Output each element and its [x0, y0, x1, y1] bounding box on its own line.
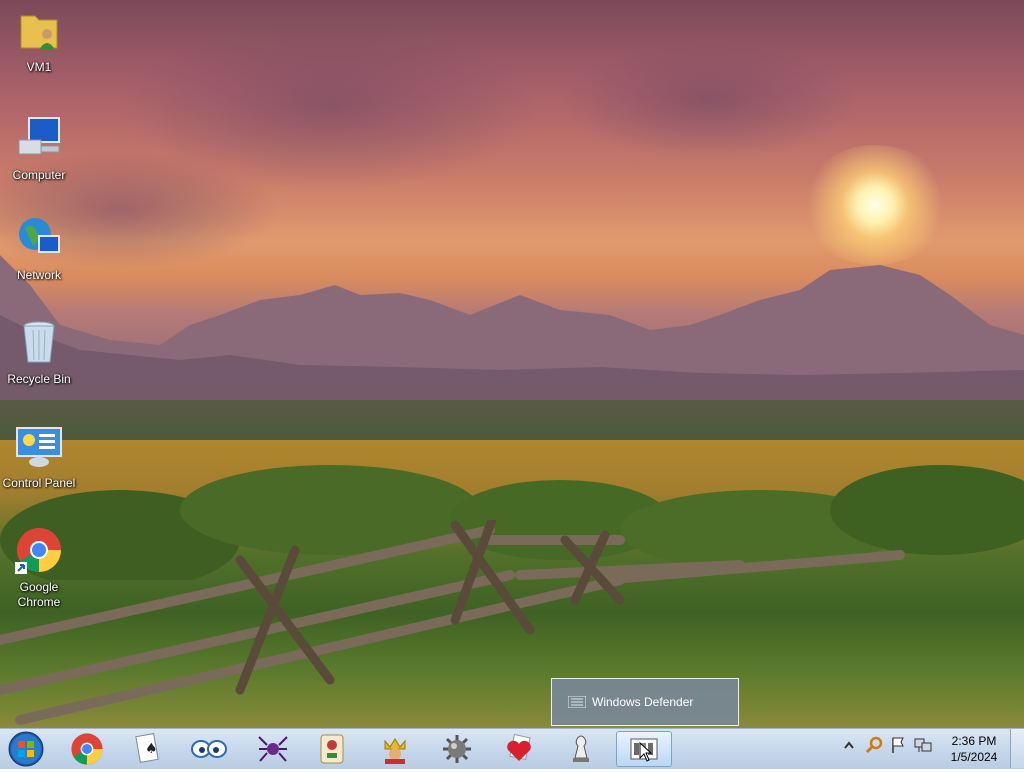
taskbar-purble-place[interactable]	[181, 731, 237, 767]
mouse-cursor-icon	[639, 742, 653, 762]
taskbar-spider-solitaire[interactable]	[245, 731, 301, 767]
taskbar-mahjong[interactable]	[304, 731, 360, 767]
desktop-icon-label: VM1	[26, 60, 52, 74]
desktop-icon-label: Control Panel	[2, 476, 76, 490]
chess-icon	[573, 735, 589, 762]
desktop-icon-google-chrome[interactable]: Google Chrome	[1, 526, 77, 610]
desktop-background[interactable]: VM1 Computer Network Recycle Bin Control…	[0, 0, 1024, 728]
flag-icon	[892, 737, 904, 753]
computer-icon	[18, 117, 60, 155]
show-hidden-icons-button[interactable]	[843, 736, 855, 759]
chrome-icon	[71, 733, 103, 765]
network-status-icon	[914, 738, 932, 752]
taskbar-chess[interactable]	[553, 731, 609, 767]
taskbar-clock[interactable]: 2:36 PM 1/5/2024	[940, 733, 1008, 765]
tray-action-center[interactable]	[890, 736, 908, 759]
tray-search[interactable]	[865, 736, 884, 759]
taskbar-chrome[interactable]	[59, 731, 115, 767]
show-desktop-button[interactable]	[1010, 729, 1024, 768]
taskbar-tooltip: Windows Defender	[551, 678, 739, 726]
heart-icon	[507, 734, 531, 761]
spider-solitaire-icon	[258, 736, 288, 762]
recycle-bin-icon	[23, 321, 55, 363]
taskbar-windows-defender[interactable]	[616, 731, 672, 767]
clock-time: 2:36 PM	[951, 734, 997, 748]
mountains	[0, 255, 1024, 415]
taskbar-minesweeper[interactable]	[429, 731, 485, 767]
start-button[interactable]	[6, 730, 46, 768]
taskbar-hearts-game[interactable]	[491, 731, 547, 767]
tooltip-text: Windows Defender	[592, 695, 694, 709]
network-icon	[19, 218, 60, 253]
desktop-icon-network[interactable]: Network	[1, 214, 77, 283]
desktop-icon-vm1[interactable]: VM1	[1, 6, 77, 75]
user-folder-icon	[20, 15, 58, 50]
sun	[800, 145, 950, 265]
taskbar-solitaire[interactable]: ♠	[119, 731, 175, 767]
tray-network[interactable]	[914, 736, 932, 759]
desktop-icon-recycle-bin[interactable]: Recycle Bin	[1, 318, 77, 387]
desktop-icon-label: Computer	[12, 168, 66, 182]
desktop-icon-label: Network	[16, 268, 61, 282]
solitaire-icon: ♠	[135, 733, 159, 763]
svg-text:♠: ♠	[145, 741, 158, 757]
clock-date: 1/5/2024	[950, 750, 998, 764]
taskbar-hearts[interactable]	[367, 731, 423, 767]
control-panel-icon	[16, 427, 62, 467]
tree-line	[0, 400, 1024, 440]
wooden-fence	[0, 520, 905, 725]
purble-place-icon	[191, 740, 227, 758]
minesweeper-icon	[443, 735, 471, 763]
windows-defender-icon	[568, 696, 586, 708]
show-hidden-icons-chevron	[844, 741, 854, 749]
start-orb-icon	[8, 731, 44, 767]
desktop-icon-computer[interactable]: Computer	[1, 114, 77, 183]
search-icon	[865, 736, 883, 754]
chrome-icon	[15, 528, 61, 574]
desktop-icon-label: Google Chrome	[17, 580, 61, 609]
desktop-icon-control-panel[interactable]: Control Panel	[1, 422, 77, 491]
king-card-icon	[384, 738, 406, 764]
desktop-icon-label: Recycle Bin	[7, 372, 71, 386]
cloud	[560, 40, 860, 160]
mahjong-icon	[320, 734, 344, 764]
